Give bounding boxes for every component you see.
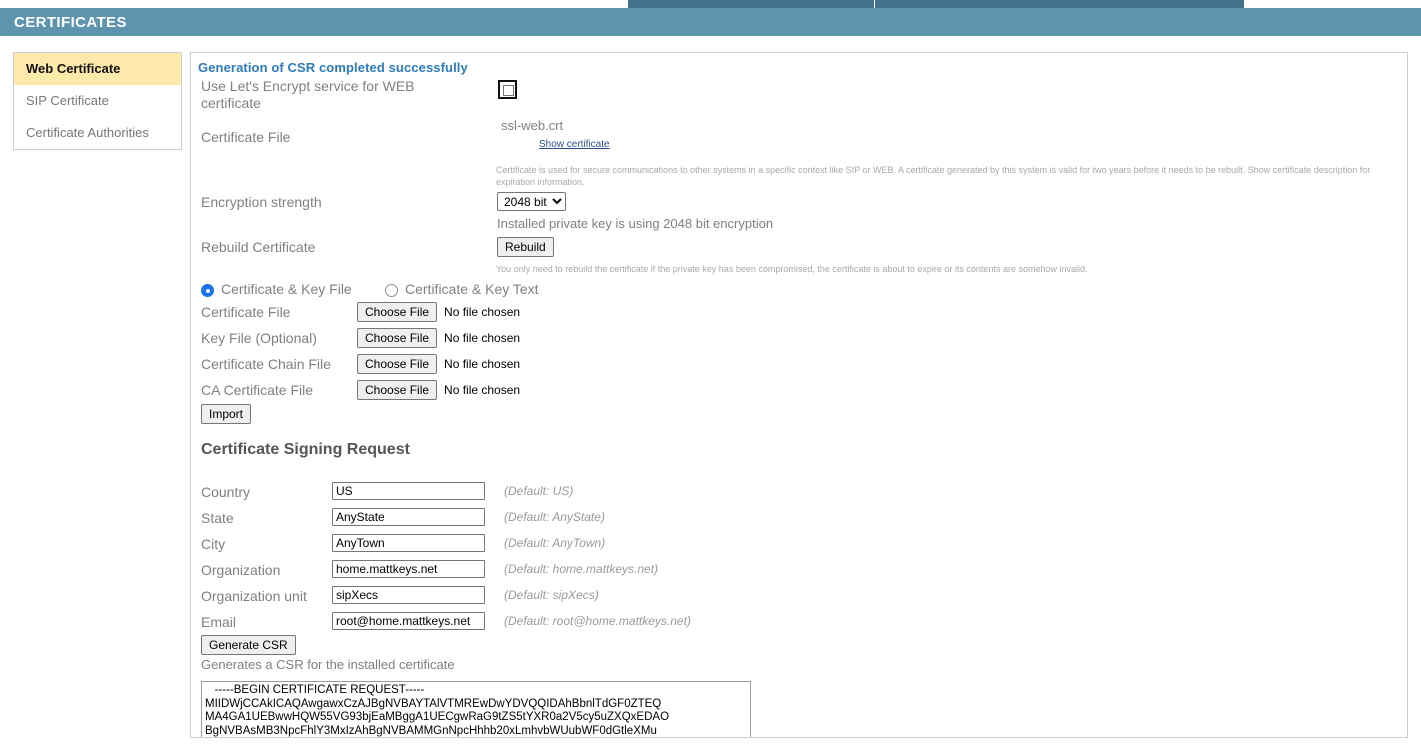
choose-file-button[interactable]: Choose File — [357, 302, 438, 322]
sidebar-item-label: SIP Certificate — [26, 93, 109, 108]
country-field[interactable] — [332, 482, 485, 500]
sidebar-item-label: Web Certificate — [26, 61, 121, 76]
choose-file-button[interactable]: Choose File — [357, 380, 438, 400]
generate-csr-hint: Generates a CSR for the installed certif… — [201, 657, 455, 672]
cert-file-upload-label: Certificate File — [201, 304, 291, 320]
page-title: CERTIFICATES — [14, 13, 127, 31]
email-default: (Default: root@home.mattkeys.net) — [504, 614, 691, 628]
cert-file-upload[interactable]: Choose File No file chosen — [357, 302, 520, 322]
encryption-strength-select[interactable]: 1024 bit2048 bit4096 bit — [497, 192, 566, 211]
sidebar: Web Certificate SIP Certificate Certific… — [13, 52, 182, 150]
rebuild-button[interactable]: Rebuild — [497, 237, 554, 257]
radio-certificate-key-file-label[interactable]: Certificate & Key File — [221, 281, 352, 297]
file-status: No file chosen — [444, 357, 521, 371]
lets-encrypt-checkbox[interactable] — [498, 80, 517, 99]
generate-csr-button[interactable]: Generate CSR — [201, 635, 296, 655]
file-status: No file chosen — [444, 305, 521, 319]
encryption-strength-hint: Installed private key is using 2048 bit … — [497, 216, 774, 231]
checkbox-box-icon — [503, 85, 514, 96]
csr-output-textarea[interactable]: -----BEGIN CERTIFICATE REQUEST----- MIID… — [201, 681, 751, 737]
organization-unit-field[interactable] — [332, 586, 485, 604]
certificate-file-name: ssl-web.crt — [501, 118, 564, 133]
chain-file-upload[interactable]: Choose File No file chosen — [357, 354, 520, 374]
lets-encrypt-label: Use Let's Encrypt service for WEB certif… — [201, 78, 415, 111]
city-field[interactable] — [332, 534, 485, 552]
state-default: (Default: AnyState) — [504, 510, 605, 524]
state-field[interactable] — [332, 508, 485, 526]
ca-file-upload[interactable]: Choose File No file chosen — [357, 380, 520, 400]
chain-file-upload-label: Certificate Chain File — [201, 356, 331, 372]
tab-stub-3[interactable] — [875, 0, 998, 8]
tab-stub-1[interactable] — [628, 0, 751, 8]
import-button[interactable]: Import — [201, 404, 252, 424]
tab-stub-2[interactable] — [751, 0, 874, 8]
status-message: Generation of CSR completed successfully — [198, 60, 468, 75]
city-default: (Default: AnyTown) — [504, 536, 606, 550]
radio-certificate-key-text[interactable] — [385, 284, 398, 297]
certificates-page: CERTIFICATES Web Certificate SIP Certifi… — [0, 0, 1421, 745]
organization-unit-default: (Default: sipXecs) — [504, 588, 599, 602]
certificate-file-hint: Certificate is used for secure communica… — [496, 165, 1371, 187]
certificate-file-label: Certificate File — [201, 129, 291, 145]
tab-stub-4[interactable] — [998, 0, 1121, 8]
ca-file-upload-label: CA Certificate File — [201, 382, 314, 398]
key-file-upload[interactable]: Choose File No file chosen — [357, 328, 520, 348]
country-default: (Default: US) — [504, 484, 574, 498]
sidebar-item-web-certificate[interactable]: Web Certificate — [14, 53, 181, 85]
email-field[interactable] — [332, 612, 485, 630]
rebuild-certificate-label: Rebuild Certificate — [201, 239, 316, 255]
key-file-upload-label: Key File (Optional) — [201, 330, 317, 346]
file-status: No file chosen — [444, 331, 521, 345]
tab-stub-5[interactable] — [1121, 0, 1244, 8]
file-status: No file chosen — [444, 383, 521, 397]
csr-section-title: Certificate Signing Request — [201, 441, 410, 458]
choose-file-button[interactable]: Choose File — [357, 328, 438, 348]
rebuild-hint: You only need to rebuild the certificate… — [496, 264, 1088, 274]
sidebar-item-label: Certificate Authorities — [26, 125, 149, 140]
city-label: City — [201, 536, 226, 552]
organization-default: (Default: home.mattkeys.net) — [504, 562, 659, 576]
organization-field[interactable] — [332, 560, 485, 578]
main-content-panel: Generation of CSR completed successfully… — [190, 52, 1408, 738]
sidebar-item-sip-certificate[interactable]: SIP Certificate — [14, 85, 181, 117]
state-label: State — [201, 510, 234, 526]
organization-label: Organization — [201, 562, 281, 578]
sidebar-item-certificate-authorities[interactable]: Certificate Authorities — [14, 117, 181, 149]
show-certificate-link[interactable]: Show certificate — [539, 139, 610, 150]
page-title-bar: CERTIFICATES — [0, 8, 1421, 36]
top-tab-strip — [0, 0, 1421, 8]
radio-certificate-key-text-label[interactable]: Certificate & Key Text — [405, 281, 539, 297]
country-label: Country — [201, 484, 251, 500]
email-label: Email — [201, 614, 237, 630]
choose-file-button[interactable]: Choose File — [357, 354, 438, 374]
radio-certificate-key-file[interactable] — [201, 284, 214, 297]
encryption-strength-label: Encryption strength — [201, 194, 322, 210]
organization-unit-label: Organization unit — [201, 588, 307, 604]
